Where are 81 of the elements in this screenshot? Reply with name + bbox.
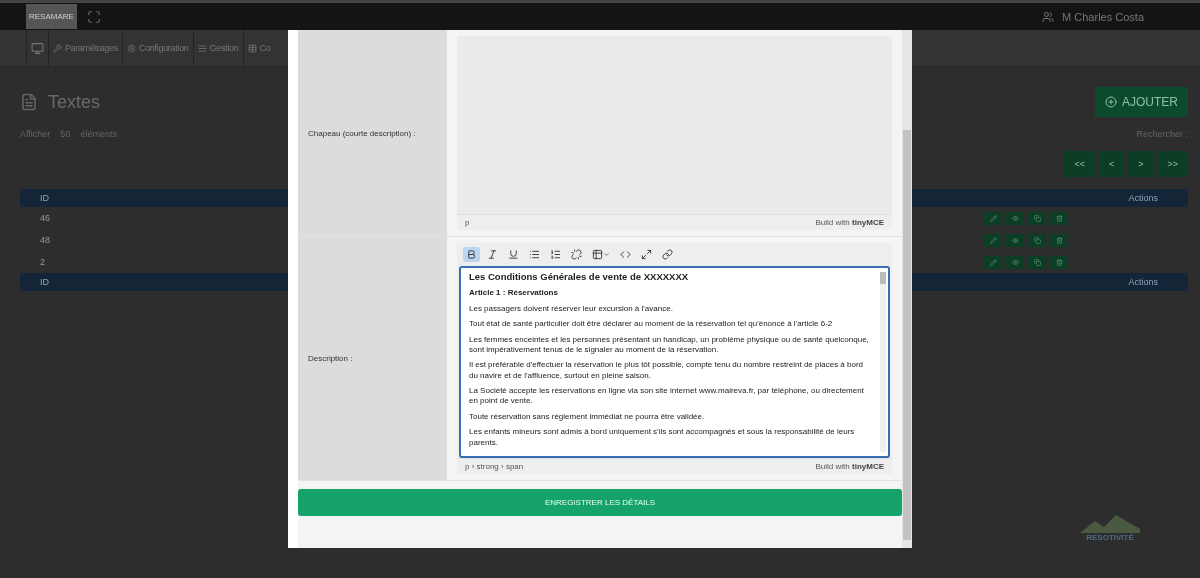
action-button[interactable] <box>984 233 1002 247</box>
pencil-icon <box>989 236 997 244</box>
pencil-icon <box>989 214 997 222</box>
heading: Article 1 : Réservations <box>469 288 559 299</box>
trash-icon <box>1055 236 1063 244</box>
table-icon <box>592 249 603 260</box>
nav-item[interactable]: Configuration <box>121 30 193 66</box>
document-icon <box>20 93 38 111</box>
trash-icon <box>1055 214 1063 222</box>
action-button[interactable] <box>1006 211 1024 225</box>
action-button[interactable] <box>1050 211 1068 225</box>
link-icon <box>662 249 673 260</box>
code-icon <box>620 249 631 260</box>
paragraph: Toute réservation sans règlement immédiat ne pourra être validée. <box>469 411 706 423</box>
paragraph: Les passagers doivent réserver leur excursion à l'avance. <box>469 303 674 315</box>
fullscreen-icon <box>641 249 652 260</box>
nav-item[interactable]: Co <box>242 30 275 66</box>
action-button[interactable] <box>1050 255 1068 269</box>
unlink-icon <box>571 249 582 260</box>
brand-logo: RESOTIVITÉ <box>1080 515 1140 542</box>
field-label: Chapeau (courte description) : <box>298 30 447 236</box>
user-icon <box>1042 10 1055 23</box>
action-button[interactable] <box>1028 233 1046 247</box>
link-button[interactable] <box>659 247 676 262</box>
branding-text: Build with tinyMCE <box>815 462 884 472</box>
action-button[interactable] <box>984 211 1002 225</box>
pager-button[interactable]: < <box>1098 151 1125 177</box>
branding-text: Build with tinyMCE <box>815 218 884 227</box>
paragraph: La Société accepte les réservations en ligne via son site internet www.maireva.fr, par téléphone, ou directement en point de vente. <box>469 386 865 407</box>
eye-icon <box>1011 236 1019 244</box>
underline-icon <box>508 249 519 260</box>
unlink-button[interactable] <box>568 247 585 262</box>
action-button[interactable] <box>1006 255 1024 269</box>
pager-button[interactable]: > <box>1128 151 1154 177</box>
element-path: p › strong › span <box>465 462 524 472</box>
italic-icon <box>487 249 498 260</box>
action-button[interactable] <box>1028 255 1046 269</box>
element-path: p <box>465 218 470 227</box>
editor-content-field[interactable] <box>459 266 890 459</box>
paragraph: Les femmes enceintes et les personnes présentant un handicap, un problème physique ou de santé quelconque, sont impérativement tenus de le signaler au moment de la réservation. <box>469 334 870 356</box>
field-label: Description : <box>298 237 447 481</box>
expand-icon[interactable] <box>86 9 101 24</box>
action-button[interactable] <box>1028 211 1046 225</box>
list-icon <box>197 43 207 53</box>
table-cell: 46 <box>40 213 50 223</box>
bold-icon <box>466 249 477 260</box>
bold-button[interactable] <box>463 247 480 262</box>
table-cell: 2 <box>40 257 45 267</box>
eye-icon <box>1011 214 1019 222</box>
wrench-icon <box>53 43 62 53</box>
pager-button[interactable]: << <box>1064 151 1095 177</box>
page-title: Textes <box>48 91 101 113</box>
copy-icon <box>1033 236 1041 244</box>
plus-icon <box>1105 96 1117 108</box>
copy-icon <box>1033 258 1041 266</box>
copy-icon <box>1033 214 1041 222</box>
trash-icon <box>1055 258 1063 266</box>
action-button[interactable] <box>1006 233 1024 247</box>
monitor-icon <box>31 41 44 55</box>
nav-item[interactable]: Gestion <box>192 30 243 66</box>
paragraph: Il est préférable d'effectuer la réservation le plus tôt possible, compte tenu du nombre restreint de places à bord du navire et de l'affluence, surtout en pleine saison. <box>469 360 865 382</box>
add-button[interactable]: AJOUTER <box>1095 87 1188 117</box>
paragraph: Tout état de santé particulier doit être déclarer au moment de la réservation tel qu'énoncé à l'article 6-2 <box>469 319 834 330</box>
paragraph: Les enfants mineurs sont admis à bord uniquement s'ils sont accompagnés et sous la responsabilité de leurs parents. <box>469 427 856 449</box>
logo: RESAMARE <box>26 4 77 29</box>
user-name[interactable]: M Charles Costa <box>1062 10 1144 23</box>
table-cell: 48 <box>40 235 50 245</box>
grid-icon <box>247 43 257 53</box>
gear-icon <box>126 43 136 53</box>
nav-item[interactable]: Paramétrages <box>48 30 122 66</box>
numbers-icon <box>550 249 561 260</box>
rich-text-editor[interactable] <box>457 243 892 475</box>
action-button[interactable] <box>984 255 1002 269</box>
caret-icon <box>603 251 610 258</box>
eye-icon <box>1011 258 1019 266</box>
save-button[interactable]: ENREGISTRER LES DÉTAILS <box>298 489 902 517</box>
action-button[interactable] <box>1050 233 1068 247</box>
bullets-icon <box>529 249 540 260</box>
pencil-icon <box>989 258 997 266</box>
heading: Les Conditions Générales de vente de XXXXXXX <box>469 271 690 284</box>
pager-button[interactable]: >> <box>1157 151 1188 177</box>
